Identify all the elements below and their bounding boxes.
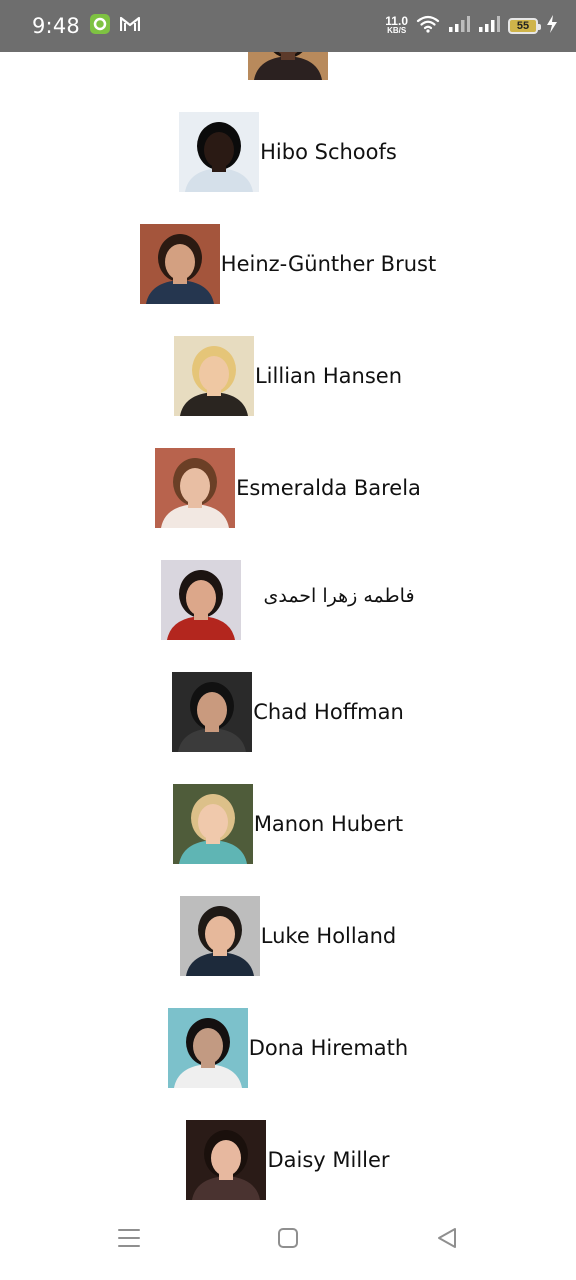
- avatar: [155, 448, 236, 528]
- contact-name: Dona Hiremath: [248, 1036, 409, 1060]
- list-item[interactable]: فاطمه زهرا احمدی: [0, 560, 576, 640]
- battery-icon: 55: [508, 18, 541, 34]
- home-icon: [277, 1227, 299, 1254]
- status-bar: 9:48 11.0 KB/S 55: [0, 0, 576, 52]
- avatar: [172, 672, 253, 752]
- net-speed-value: 11.0: [385, 14, 408, 28]
- back-icon: [436, 1227, 458, 1254]
- status-left: 9:48: [32, 13, 141, 39]
- menu-icon: [118, 1228, 141, 1253]
- net-speed-unit: KB/S: [387, 26, 407, 35]
- navigation-bar: [0, 1200, 576, 1280]
- list-item[interactable]: Hibo Schoofs: [0, 112, 576, 192]
- gmail-icon: [119, 16, 141, 37]
- contact-list[interactable]: Hibo Schoofs Heinz-Günther Brust Lillian H…: [0, 52, 576, 1200]
- list-item-content: Manon Hubert: [0, 784, 576, 864]
- list-item[interactable]: Daisy Miller: [0, 1120, 576, 1200]
- charging-icon: [546, 14, 558, 38]
- avatar: [186, 1120, 267, 1200]
- avatar-photo-icon: [179, 112, 260, 192]
- avatar-photo-icon: [186, 1120, 267, 1200]
- contact-name: Daisy Miller: [267, 1148, 390, 1172]
- list-item-content: Chad Hoffman: [0, 672, 576, 752]
- list-item-content: Lillian Hansen: [0, 336, 576, 416]
- signal-icon: [478, 15, 500, 37]
- contact-name: Manon Hubert: [253, 812, 404, 836]
- list-item-content: [0, 52, 576, 80]
- list-item-content: Dona Hiremath: [0, 1008, 576, 1088]
- avatar-photo-icon: [161, 560, 242, 640]
- contact-name: فاطمه زهرا احمدی: [263, 585, 415, 607]
- avatar: [172, 784, 253, 864]
- list-item-content: Heinz-Günther Brust: [0, 224, 576, 304]
- contact-name: Chad Hoffman: [253, 700, 404, 724]
- wifi-icon: [416, 15, 440, 38]
- contact-name: Heinz-Günther Brust: [220, 252, 437, 276]
- contact-name: Esmeralda Barela: [236, 476, 421, 500]
- avatar-photo-icon: [172, 784, 253, 864]
- avatar: [179, 112, 260, 192]
- home-button[interactable]: [258, 1215, 318, 1265]
- avatar: [247, 52, 328, 80]
- contact-name: Luke Holland: [260, 924, 397, 948]
- list-item-content: Daisy Miller: [0, 1120, 576, 1200]
- signal-icon: [448, 15, 470, 37]
- list-item[interactable]: Esmeralda Barela: [0, 448, 576, 528]
- avatar: [139, 224, 220, 304]
- list-item-content: Luke Holland: [0, 896, 576, 976]
- avatar-photo-icon: [167, 1008, 248, 1088]
- menu-button[interactable]: [99, 1215, 159, 1265]
- avatar: [173, 336, 254, 416]
- back-button[interactable]: [417, 1215, 477, 1265]
- contact-name: Hibo Schoofs: [260, 140, 397, 164]
- list-item-content: فاطمه زهرا احمدی: [0, 560, 576, 640]
- list-item[interactable]: Heinz-Günther Brust: [0, 224, 576, 304]
- list-item[interactable]: Luke Holland: [0, 896, 576, 976]
- list-item[interactable]: [0, 52, 576, 80]
- avatar-photo-icon: [139, 224, 220, 304]
- list-item-content: Hibo Schoofs: [0, 112, 576, 192]
- list-item-content: Esmeralda Barela: [0, 448, 576, 528]
- avatar: [161, 560, 242, 640]
- contact-name: Lillian Hansen: [254, 364, 403, 388]
- list-item[interactable]: Lillian Hansen: [0, 336, 576, 416]
- notification-app-icon: [89, 13, 110, 39]
- battery-level: 55: [516, 20, 530, 32]
- list-item[interactable]: Chad Hoffman: [0, 672, 576, 752]
- list-item[interactable]: Manon Hubert: [0, 784, 576, 864]
- status-icons: 11.0 KB/S 55: [385, 14, 558, 38]
- network-speed: 11.0 KB/S: [385, 14, 408, 35]
- avatar-photo-icon: [172, 672, 253, 752]
- avatar-photo-icon: [173, 336, 254, 416]
- list-item[interactable]: Dona Hiremath: [0, 1008, 576, 1088]
- avatar: [167, 1008, 248, 1088]
- status-time: 9:48: [32, 14, 80, 38]
- avatar: [179, 896, 260, 976]
- avatar-photo-icon: [247, 52, 328, 80]
- avatar-photo-icon: [179, 896, 260, 976]
- avatar-photo-icon: [155, 448, 236, 528]
